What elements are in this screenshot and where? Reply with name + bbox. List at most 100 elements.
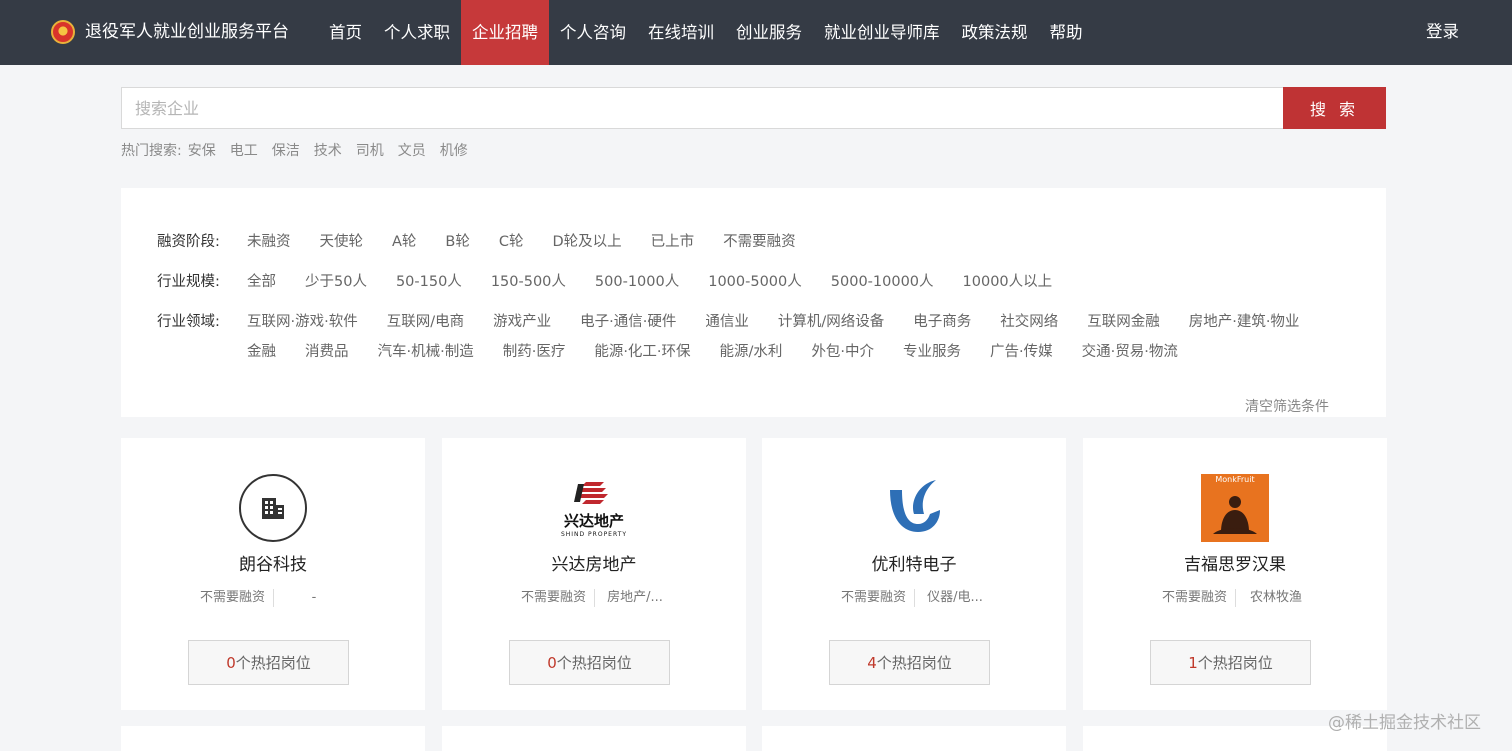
filter-label: 行业领域: [157, 314, 220, 330]
nav-job-seeking[interactable]: 个人求职 [373, 0, 461, 65]
company-card[interactable]: 兴达地产 SHIND PROPERTY 兴达房地产 不需要融资 房地产/... … [442, 438, 746, 710]
xingda-logo-text: 兴达地产 [563, 512, 624, 530]
company-meta: 不需要融资 农林牧渔 [1083, 589, 1387, 607]
filter-option[interactable]: 能源·化工·环保 [594, 342, 690, 362]
company-industry: - [311, 590, 317, 605]
hot-jobs-button[interactable]: 4 个热招岗位 [829, 640, 990, 685]
hot-search-item[interactable]: 安保 [188, 141, 216, 161]
filter-option[interactable]: 制药·医疗 [503, 342, 566, 362]
youlite-logo [880, 474, 948, 542]
nav-startup-services[interactable]: 创业服务 [725, 0, 813, 65]
company-industry: 房地产/... [607, 590, 663, 605]
filter-label: 行业规模: [157, 274, 220, 290]
filter-option[interactable]: 交通·贸易·物流 [1082, 342, 1178, 362]
nav-consulting[interactable]: 个人咨询 [549, 0, 637, 65]
filter-option[interactable]: 广告·传媒 [990, 342, 1053, 362]
jobs-count: 1 [1188, 653, 1198, 672]
filter-option[interactable]: 1000-5000人 [708, 272, 802, 292]
main-nav: 首页 个人求职 企业招聘 个人咨询 在线培训 创业服务 就业创业导师库 政策法规… [318, 0, 1094, 65]
nav-policies[interactable]: 政策法规 [951, 0, 1039, 65]
filter-option[interactable]: 已上市 [651, 232, 695, 252]
hot-search-item[interactable]: 电工 [230, 141, 258, 161]
filter-option[interactable]: C轮 [499, 232, 524, 252]
filter-option[interactable]: 10000人以上 [963, 272, 1053, 292]
filter-option[interactable]: 房地产·建筑·物业 [1189, 312, 1300, 332]
monkfruit-logo-text: MonkFruit [1215, 475, 1255, 484]
jobs-suffix: 个热招岗位 [235, 654, 311, 672]
site-title[interactable]: 退役军人就业创业服务平台 [85, 19, 289, 45]
filter-option[interactable]: 通信业 [705, 312, 749, 332]
company-name[interactable]: 朗谷科技 [121, 553, 425, 577]
filter-panel: 融资阶段: 未融资 天使轮 A轮 B轮 C轮 D轮及以上 已上市 不需要融资 行… [121, 188, 1386, 417]
nav-help[interactable]: 帮助 [1039, 0, 1094, 65]
nav-mentor-library[interactable]: 就业创业导师库 [813, 0, 951, 65]
filter-option[interactable]: 外包·中介 [811, 342, 874, 362]
filter-option[interactable]: 汽车·机械·制造 [378, 342, 474, 362]
hot-searches: 热门搜索: 安保 电工 保洁 技术 司机 文员 机修 [121, 141, 482, 161]
company-search-input[interactable] [121, 87, 1284, 129]
company-card[interactable]: 优利特电子 不需要融资 仪器/电... 4 个热招岗位 [762, 438, 1066, 710]
company-name[interactable]: 优利特电子 [762, 553, 1066, 577]
filter-option[interactable]: 不需要融资 [723, 232, 796, 252]
filter-option[interactable]: 天使轮 [320, 232, 364, 252]
filter-option[interactable]: 未融资 [247, 232, 291, 252]
company-card[interactable]: MonkFruit 吉福思罗汉果 不需要融资 农林牧渔 1 个热招岗位 [1083, 438, 1387, 710]
filter-option[interactable]: 互联网/电商 [387, 312, 464, 332]
filter-row-funding: 融资阶段: 未融资 天使轮 A轮 B轮 C轮 D轮及以上 已上市 不需要融资 [157, 232, 1367, 252]
company-name[interactable]: 兴达房地产 [442, 553, 746, 577]
jobs-suffix: 个热招岗位 [556, 654, 632, 672]
company-meta: 不需要融资 仪器/电... [762, 589, 1066, 607]
hot-jobs-button[interactable]: 0 个热招岗位 [509, 640, 670, 685]
jobs-suffix: 个热招岗位 [1197, 654, 1273, 672]
filter-option[interactable]: 全部 [247, 272, 276, 292]
top-navbar: 退役军人就业创业服务平台 首页 个人求职 企业招聘 个人咨询 在线培训 创业服务… [0, 0, 1512, 65]
national-emblem-icon [51, 20, 75, 44]
jobs-count: 4 [867, 653, 877, 672]
company-funding: 不需要融资 [841, 589, 915, 607]
company-industry: 农林牧渔 [1249, 590, 1302, 605]
hot-search-item[interactable]: 司机 [356, 141, 384, 161]
hot-search-item[interactable]: 机修 [440, 141, 468, 161]
filter-option[interactable]: 金融 [247, 342, 276, 362]
filter-option[interactable]: B轮 [445, 232, 469, 252]
filter-option[interactable]: 150-500人 [491, 272, 566, 292]
nav-home[interactable]: 首页 [318, 0, 373, 65]
filter-option[interactable]: 5000-10000人 [831, 272, 934, 292]
filter-option[interactable]: 游戏产业 [493, 312, 551, 332]
company-card[interactable]: 朗谷科技 不需要融资 - 0 个热招岗位 [121, 438, 425, 710]
filter-option[interactable]: 消费品 [305, 342, 349, 362]
hot-jobs-button[interactable]: 1 个热招岗位 [1150, 640, 1311, 685]
filter-option[interactable]: A轮 [392, 232, 416, 252]
filter-option[interactable]: D轮及以上 [553, 232, 622, 252]
hot-jobs-button[interactable]: 0 个热招岗位 [188, 640, 349, 685]
company-card-partial[interactable] [121, 726, 425, 751]
filter-option[interactable]: 少于50人 [305, 272, 367, 292]
company-funding: 不需要融资 [1162, 589, 1236, 607]
monkfruit-logo: MonkFruit [1201, 474, 1269, 542]
company-meta: 不需要融资 - [121, 589, 425, 607]
filter-option[interactable]: 50-150人 [396, 272, 462, 292]
filter-option[interactable]: 能源/水利 [720, 342, 783, 362]
search-button[interactable]: 搜 索 [1283, 87, 1386, 129]
filter-option[interactable]: 社交网络 [1000, 312, 1058, 332]
hot-search-label: 热门搜索: [121, 143, 182, 159]
filter-option[interactable]: 电子·通信·硬件 [580, 312, 676, 332]
filter-option[interactable]: 500-1000人 [595, 272, 679, 292]
company-funding: 不需要融资 [521, 589, 595, 607]
hot-search-item[interactable]: 技术 [314, 141, 342, 161]
filter-option[interactable]: 计算机/网络设备 [778, 312, 884, 332]
filter-option[interactable]: 专业服务 [903, 342, 961, 362]
clear-filters-link[interactable]: 清空筛选条件 [1245, 398, 1329, 416]
filter-option[interactable]: 电子商务 [913, 312, 971, 332]
hot-search-item[interactable]: 保洁 [272, 141, 300, 161]
filter-option[interactable]: 互联网·游戏·软件 [247, 312, 358, 332]
nav-online-training[interactable]: 在线培训 [637, 0, 725, 65]
login-link[interactable]: 登录 [1426, 19, 1459, 45]
filter-option[interactable]: 互联网金融 [1087, 312, 1160, 332]
company-card-partial[interactable] [762, 726, 1066, 751]
hot-search-item[interactable]: 文员 [398, 141, 426, 161]
nav-enterprise-recruitment[interactable]: 企业招聘 [461, 0, 549, 65]
company-name[interactable]: 吉福思罗汉果 [1083, 553, 1387, 577]
company-card-partial[interactable] [442, 726, 746, 751]
jobs-suffix: 个热招岗位 [876, 654, 952, 672]
